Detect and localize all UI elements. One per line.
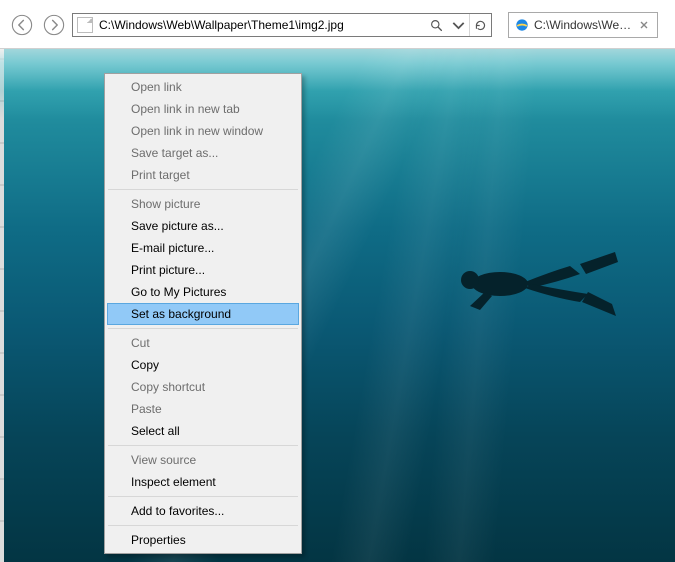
- browser-tab[interactable]: C:\Windows\Web\Wa...: [508, 12, 658, 38]
- ctx-open-link-new-tab: Open link in new tab: [107, 98, 299, 120]
- arrow-right-icon: [43, 14, 65, 36]
- ctx-print-picture[interactable]: Print picture...: [107, 259, 299, 281]
- tab-close-button[interactable]: [637, 18, 651, 32]
- ctx-copy[interactable]: Copy: [107, 354, 299, 376]
- search-button[interactable]: [425, 14, 447, 36]
- forward-button[interactable]: [40, 11, 68, 39]
- ctx-add-to-favorites[interactable]: Add to favorites...: [107, 500, 299, 522]
- ctx-properties[interactable]: Properties: [107, 529, 299, 551]
- tab-strip: C:\Windows\Web\Wa...: [508, 12, 658, 38]
- arrow-left-icon: [11, 14, 33, 36]
- page-content[interactable]: Open link Open link in new tab Open link…: [0, 49, 675, 562]
- ctx-save-target-as: Save target as...: [107, 142, 299, 164]
- browser-toolbar: C:\Windows\Web\Wa...: [0, 0, 675, 49]
- ctx-open-link: Open link: [107, 76, 299, 98]
- ctx-copy-shortcut: Copy shortcut: [107, 376, 299, 398]
- ctx-separator: [108, 328, 298, 329]
- ctx-open-link-new-window: Open link in new window: [107, 120, 299, 142]
- left-gutter: [0, 49, 4, 562]
- ctx-separator: [108, 445, 298, 446]
- chevron-down-icon: [452, 19, 465, 32]
- diver-figure: [430, 244, 620, 324]
- ctx-paste: Paste: [107, 398, 299, 420]
- tab-title: C:\Windows\Web\Wa...: [534, 18, 633, 32]
- ctx-separator: [108, 189, 298, 190]
- ctx-show-picture: Show picture: [107, 193, 299, 215]
- refresh-button[interactable]: [469, 14, 491, 36]
- context-menu: Open link Open link in new tab Open link…: [104, 73, 302, 554]
- ctx-separator: [108, 496, 298, 497]
- ctx-select-all[interactable]: Select all: [107, 420, 299, 442]
- ie-icon: [515, 18, 529, 32]
- ctx-view-source: View source: [107, 449, 299, 471]
- address-input[interactable]: [97, 14, 425, 36]
- close-icon: [640, 21, 648, 29]
- ctx-print-target: Print target: [107, 164, 299, 186]
- ctx-set-as-background[interactable]: Set as background: [107, 303, 299, 325]
- ctx-separator: [108, 525, 298, 526]
- refresh-icon: [474, 19, 487, 32]
- address-bar[interactable]: [72, 13, 492, 37]
- ctx-go-to-my-pictures[interactable]: Go to My Pictures: [107, 281, 299, 303]
- search-dropdown[interactable]: [447, 14, 469, 36]
- search-icon: [430, 19, 443, 32]
- page-icon: [77, 17, 93, 33]
- water-surface: [0, 49, 675, 119]
- ctx-inspect-element[interactable]: Inspect element: [107, 471, 299, 493]
- ctx-cut: Cut: [107, 332, 299, 354]
- ctx-save-picture-as[interactable]: Save picture as...: [107, 215, 299, 237]
- back-button[interactable]: [8, 11, 36, 39]
- ctx-email-picture[interactable]: E-mail picture...: [107, 237, 299, 259]
